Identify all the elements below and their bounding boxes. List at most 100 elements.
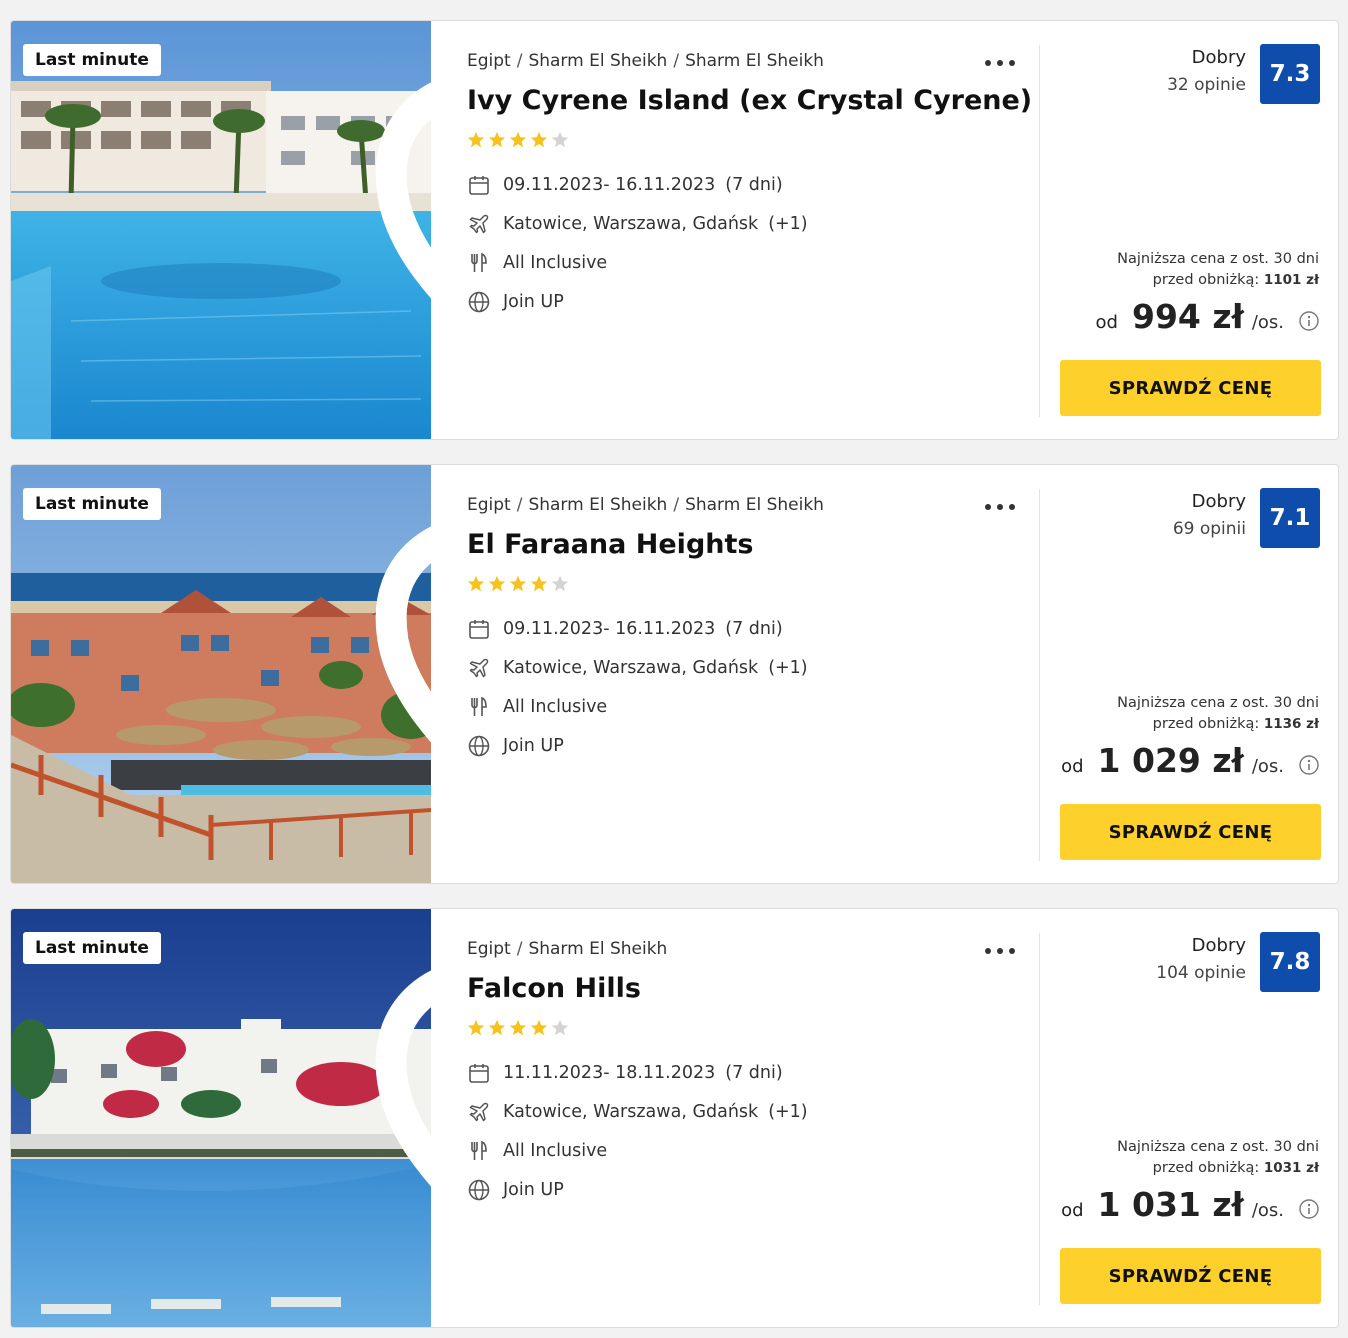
- hotel-stars: [467, 131, 572, 149]
- more-dots-icon[interactable]: [983, 495, 1017, 519]
- departures-more[interactable]: (+1): [768, 1102, 807, 1122]
- breadcrumb-city[interactable]: Sharm El Sheikh: [685, 495, 824, 515]
- heart-outline-icon[interactable]: [369, 41, 431, 440]
- offer-card[interactable]: Last minute Egipt / Sharm El Sheikh Falcon…: [10, 908, 1339, 1328]
- star-icon: [509, 131, 527, 148]
- lowest-price-note: Najniższa cena z ost. 30 dni przed obniż…: [1117, 1137, 1319, 1179]
- dates-text: 09.11.2023- 16.11.2023: [503, 175, 716, 195]
- hotel-photo-pool: [11, 21, 431, 439]
- departures-text: Katowice, Warszawa, Gdańsk: [503, 1102, 759, 1122]
- trip-dates: 11.11.2023- 18.11.2023 (7 dni): [467, 1060, 783, 1086]
- operator-text: Join UP: [503, 1180, 564, 1200]
- board-text: All Inclusive: [503, 1141, 608, 1161]
- lowest-price-note: Najniższa cena z ost. 30 dni przed obniż…: [1117, 693, 1319, 735]
- reviews-count[interactable]: 69 opinii: [1173, 519, 1246, 539]
- plane-icon: [469, 1102, 489, 1122]
- lowest-price-line2: przed obniżką:: [1152, 716, 1260, 732]
- board-type: All Inclusive: [467, 250, 607, 276]
- operator-text: Join UP: [503, 292, 564, 312]
- star-icon: [530, 1019, 548, 1036]
- breadcrumb-region[interactable]: Sharm El Sheikh: [528, 495, 667, 515]
- departures-more[interactable]: (+1): [768, 214, 807, 234]
- cutlery-icon: [471, 1140, 487, 1160]
- price-prefix: od: [1061, 1200, 1084, 1221]
- star-icon: [530, 131, 548, 148]
- price-row: od 1 029 zł /os.: [1061, 741, 1320, 785]
- hotel-stars: [467, 575, 572, 593]
- more-dots-icon[interactable]: [983, 51, 1017, 75]
- info-circle-icon[interactable]: [1298, 310, 1320, 332]
- check-price-button[interactable]: SPRAWDŹ CENĘ: [1060, 360, 1321, 416]
- info-circle-icon[interactable]: [1298, 754, 1320, 776]
- price-row: od 1 031 zł /os.: [1061, 1185, 1320, 1229]
- breadcrumb-country[interactable]: Egipt: [467, 495, 511, 515]
- star-icon: [488, 131, 506, 148]
- hotel-title[interactable]: Falcon Hills: [467, 973, 641, 1004]
- hotel-stars: [467, 1019, 572, 1037]
- hotel-title[interactable]: El Faraana Heights: [467, 529, 753, 560]
- hotel-photo[interactable]: Last minute: [11, 21, 431, 440]
- duration-text: (7 dni): [725, 1063, 783, 1083]
- departures-more[interactable]: (+1): [768, 658, 807, 678]
- rating-score-badge: 7.1: [1260, 488, 1320, 548]
- trip-dates: 09.11.2023- 16.11.2023 (7 dni): [467, 616, 783, 642]
- breadcrumb-region[interactable]: Sharm El Sheikh: [528, 51, 667, 71]
- heart-outline-icon[interactable]: [369, 929, 431, 1328]
- star-empty-icon: [551, 1019, 569, 1036]
- operator-text: Join UP: [503, 736, 564, 756]
- check-price-button[interactable]: SPRAWDŹ CENĘ: [1060, 1248, 1321, 1304]
- reviews-count[interactable]: 32 opinie: [1167, 75, 1246, 95]
- breadcrumb-country[interactable]: Egipt: [467, 939, 511, 959]
- breadcrumb-country[interactable]: Egipt: [467, 51, 511, 71]
- breadcrumb-city[interactable]: Sharm El Sheikh: [685, 51, 824, 71]
- offer-card[interactable]: Last minute Egipt / Sharm El Sheikh / Sharm …: [10, 464, 1339, 884]
- lowest-price-line1: Najniższa cena z ost. 30 dni: [1117, 695, 1319, 711]
- departures-text: Katowice, Warszawa, Gdańsk: [503, 658, 759, 678]
- lowest-price-value: 1101 zł: [1263, 272, 1319, 288]
- star-icon: [509, 575, 527, 592]
- tour-operator: Join UP: [467, 1177, 564, 1203]
- cutlery-icon: [471, 696, 487, 716]
- lowest-price-note: Najniższa cena z ost. 30 dni przed obniż…: [1117, 249, 1319, 291]
- hotel-photo[interactable]: Last minute: [11, 909, 431, 1328]
- departures-text: Katowice, Warszawa, Gdańsk: [503, 214, 759, 234]
- dates-text: 11.11.2023- 18.11.2023: [503, 1063, 716, 1083]
- last-minute-badge: Last minute: [23, 488, 161, 520]
- departure-airports: Katowice, Warszawa, Gdańsk (+1): [467, 655, 808, 681]
- divider: [1039, 933, 1040, 1305]
- price-row: od 994 zł /os.: [1096, 297, 1320, 341]
- breadcrumb: Egipt / Sharm El Sheikh / Sharm El Sheikh: [467, 495, 824, 515]
- tour-operator: Join UP: [467, 733, 564, 759]
- star-icon: [467, 575, 485, 592]
- rating-label: Dobry: [1191, 491, 1246, 512]
- offer-details: Egipt / Sharm El Sheikh Falcon Hills 11.11…: [467, 909, 1027, 1327]
- lowest-price-line2: przed obniżką:: [1152, 272, 1260, 288]
- globe-icon: [468, 291, 490, 313]
- heart-outline-icon[interactable]: [369, 485, 431, 884]
- last-minute-badge: Last minute: [23, 932, 161, 964]
- hotel-photo[interactable]: Last minute: [11, 465, 431, 884]
- dates-text: 09.11.2023- 16.11.2023: [503, 619, 716, 639]
- divider: [1039, 489, 1040, 861]
- hotel-title[interactable]: Ivy Cyrene Island (ex Crystal Cyrene): [467, 85, 1032, 116]
- plane-icon: [469, 214, 489, 234]
- rating-score-badge: 7.8: [1260, 932, 1320, 992]
- duration-text: (7 dni): [725, 619, 783, 639]
- departure-airports: Katowice, Warszawa, Gdańsk (+1): [467, 1099, 808, 1125]
- board-type: All Inclusive: [467, 1138, 607, 1164]
- info-circle-icon[interactable]: [1298, 1198, 1320, 1220]
- star-empty-icon: [551, 575, 569, 592]
- trip-dates: 09.11.2023- 16.11.2023 (7 dni): [467, 172, 783, 198]
- lowest-price-line2: przed obniżką:: [1152, 1160, 1260, 1176]
- board-type: All Inclusive: [467, 694, 607, 720]
- breadcrumb-region[interactable]: Sharm El Sheikh: [528, 939, 667, 959]
- price-suffix: /os.: [1251, 312, 1284, 333]
- price-amount: 994 zł: [1131, 297, 1244, 336]
- offer-card[interactable]: Last minute Egipt / Sharm El Sheikh / Sharm …: [10, 20, 1339, 440]
- price-prefix: od: [1095, 312, 1118, 333]
- hotel-photo-resort: [11, 465, 431, 883]
- more-dots-icon[interactable]: [983, 939, 1017, 963]
- check-price-button[interactable]: SPRAWDŹ CENĘ: [1060, 804, 1321, 860]
- offer-details: Egipt / Sharm El Sheikh / Sharm El Sheikh Iv…: [467, 21, 1032, 439]
- reviews-count[interactable]: 104 opinie: [1156, 963, 1246, 983]
